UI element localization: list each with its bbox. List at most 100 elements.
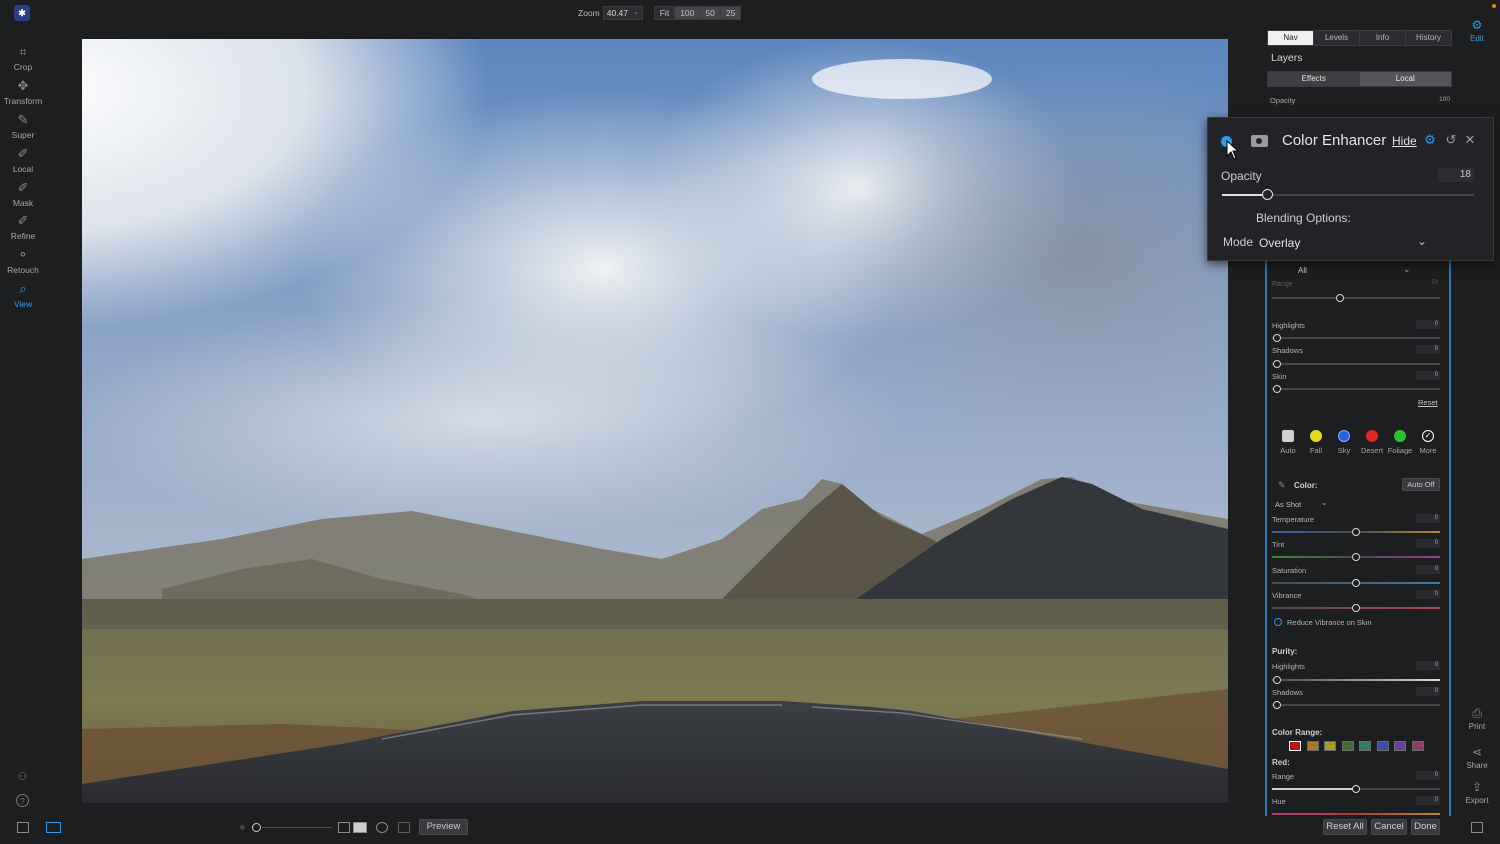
temperature-slider-knob[interactable] (1352, 528, 1360, 536)
notification-dot (1492, 4, 1496, 8)
right-panel-toggle-icon[interactable] (1471, 822, 1483, 833)
tab-nav[interactable]: Nav (1268, 31, 1314, 45)
purity-shadows-slider-knob[interactable] (1273, 701, 1281, 709)
tool-local[interactable]: ✐ Local (0, 147, 46, 175)
mode-select[interactable]: Overlay (1259, 236, 1300, 250)
chevron-down-icon[interactable]: ⌄ (1417, 234, 1427, 248)
red-range-slider[interactable] (1272, 785, 1440, 793)
hide-link[interactable]: Hide (1392, 134, 1417, 148)
retouch-icon: ⚬ (17, 247, 29, 262)
undo-icon[interactable]: ↺ (1444, 133, 1458, 147)
saturation-slider-knob[interactable] (1352, 579, 1360, 587)
enhancer-opacity-knob[interactable] (1262, 189, 1274, 200)
preset-desert[interactable]: Desert (1358, 430, 1386, 455)
mask-overlay-icon[interactable] (353, 822, 367, 833)
tint-slider-knob[interactable] (1352, 553, 1360, 561)
tab-levels[interactable]: Levels (1314, 31, 1360, 45)
purity-shadows-slider[interactable] (1272, 701, 1440, 709)
tool-view[interactable]: ⌕ View (0, 282, 46, 310)
shadows-slider[interactable] (1272, 360, 1440, 368)
mask-camera-icon[interactable] (1251, 135, 1268, 147)
brush-size-slider-knob[interactable] (252, 823, 261, 832)
share-button[interactable]: ⋖ Share (1462, 745, 1492, 770)
range-slider-knob[interactable] (1336, 294, 1344, 302)
export-button[interactable]: ⇪ Export (1462, 780, 1492, 805)
vibrance-value: 0 (1416, 590, 1440, 599)
saturation-slider[interactable] (1272, 579, 1440, 587)
highlights-slider[interactable] (1272, 334, 1440, 342)
zoom-50-button[interactable]: 50 (700, 7, 721, 19)
color-range-swatch[interactable] (1359, 741, 1371, 751)
zoom-100-button[interactable]: 100 (675, 7, 701, 19)
auto-off-button[interactable]: Auto Off (1402, 478, 1440, 491)
color-range-swatch[interactable] (1289, 741, 1301, 751)
color-range-swatch[interactable] (1341, 741, 1354, 751)
tint-slider[interactable] (1272, 553, 1440, 561)
layer-opacity-label: Opacity (1270, 96, 1296, 105)
help-icon[interactable]: ? (16, 794, 29, 807)
tool-refine[interactable]: ✐ Refine (0, 214, 46, 242)
vibrance-slider-knob[interactable] (1352, 604, 1360, 612)
preview-button[interactable]: Preview (419, 819, 468, 835)
brush-size-slider[interactable] (262, 827, 332, 828)
reduce-vibrance-checkbox[interactable] (1274, 618, 1282, 626)
reset-all-button[interactable]: Reset All (1323, 819, 1367, 835)
done-button[interactable]: Done (1411, 819, 1440, 835)
shadows-label: Shadows (1272, 346, 1303, 355)
mask-check-icon[interactable] (398, 822, 410, 833)
skin-slider-knob[interactable] (1273, 385, 1281, 393)
tool-mask[interactable]: ✐ Mask (0, 181, 46, 209)
enhancer-opacity-value[interactable]: 18 (1438, 168, 1474, 182)
tool-transform[interactable]: ✥ Transform (0, 79, 46, 107)
vibrance-slider[interactable] (1272, 604, 1440, 612)
highlights-slider-knob[interactable] (1273, 334, 1281, 342)
filter-select[interactable]: All (1298, 266, 1307, 275)
white-balance-select[interactable]: As Shot (1275, 500, 1301, 509)
temperature-slider[interactable] (1272, 528, 1440, 536)
tool-retouch[interactable]: ⚬ Retouch (0, 247, 46, 276)
enhancer-opacity-slider[interactable] (1222, 189, 1474, 200)
preset-auto[interactable]: Auto (1274, 430, 1302, 455)
mask-square-icon[interactable] (338, 822, 350, 833)
color-range-swatch[interactable] (1306, 741, 1319, 751)
print-button[interactable]: ⎙ Print (1462, 706, 1492, 731)
skin-slider[interactable] (1272, 385, 1440, 393)
color-range-swatch[interactable] (1376, 741, 1389, 751)
tab-info[interactable]: Info (1360, 31, 1406, 45)
preset-more[interactable]: ✓ More (1414, 430, 1442, 455)
color-range-swatch[interactable] (1411, 741, 1424, 751)
photo-canvas[interactable] (82, 39, 1228, 803)
mask-circle-icon[interactable] (376, 822, 388, 833)
tool-super[interactable]: ✎ Super (0, 113, 46, 141)
single-view-icon[interactable] (46, 822, 61, 833)
zoom-25-button[interactable]: 25 (720, 7, 741, 19)
edit-module-button[interactable]: ⚙ Edit (1462, 18, 1492, 43)
eyedropper-icon[interactable]: ✎ (1278, 480, 1286, 491)
zoom-fit-button[interactable]: Fit (655, 7, 676, 19)
red-range-slider-knob[interactable] (1352, 785, 1360, 793)
printer-icon: ⎙ (1472, 706, 1482, 720)
purity-highlights-slider-knob[interactable] (1273, 676, 1281, 684)
range-slider[interactable] (1272, 294, 1440, 302)
tab-history[interactable]: History (1406, 31, 1451, 45)
color-range-swatch[interactable] (1324, 741, 1336, 751)
preset-sky[interactable]: Sky (1330, 430, 1358, 455)
cancel-button[interactable]: Cancel (1371, 819, 1407, 835)
close-icon[interactable]: ✕ (1463, 133, 1477, 147)
preset-foliage[interactable]: Foliage (1386, 430, 1414, 455)
shadows-slider-knob[interactable] (1273, 360, 1281, 368)
color-range-swatch[interactable] (1394, 741, 1406, 751)
panel-title: Layers (1271, 52, 1303, 64)
gear-icon[interactable]: ⚙ (1423, 133, 1437, 147)
tab-effects[interactable]: Effects (1268, 72, 1360, 86)
preset-fall[interactable]: Fall (1302, 430, 1330, 455)
purity-highlights-slider[interactable] (1272, 676, 1440, 684)
zoom-preset-group: Fit 100 50 25 (653, 6, 742, 20)
panel-toggle-icon[interactable] (17, 822, 29, 833)
shadows-value: 0 (1416, 345, 1440, 354)
tab-local[interactable]: Local (1359, 72, 1451, 86)
user-icon[interactable]: ⚇ (16, 771, 29, 784)
zoom-input[interactable]: 40.47 ⌄ (602, 6, 643, 20)
reset-link[interactable]: Reset (1418, 398, 1438, 407)
tool-crop[interactable]: ⌗ Crop (0, 45, 46, 73)
